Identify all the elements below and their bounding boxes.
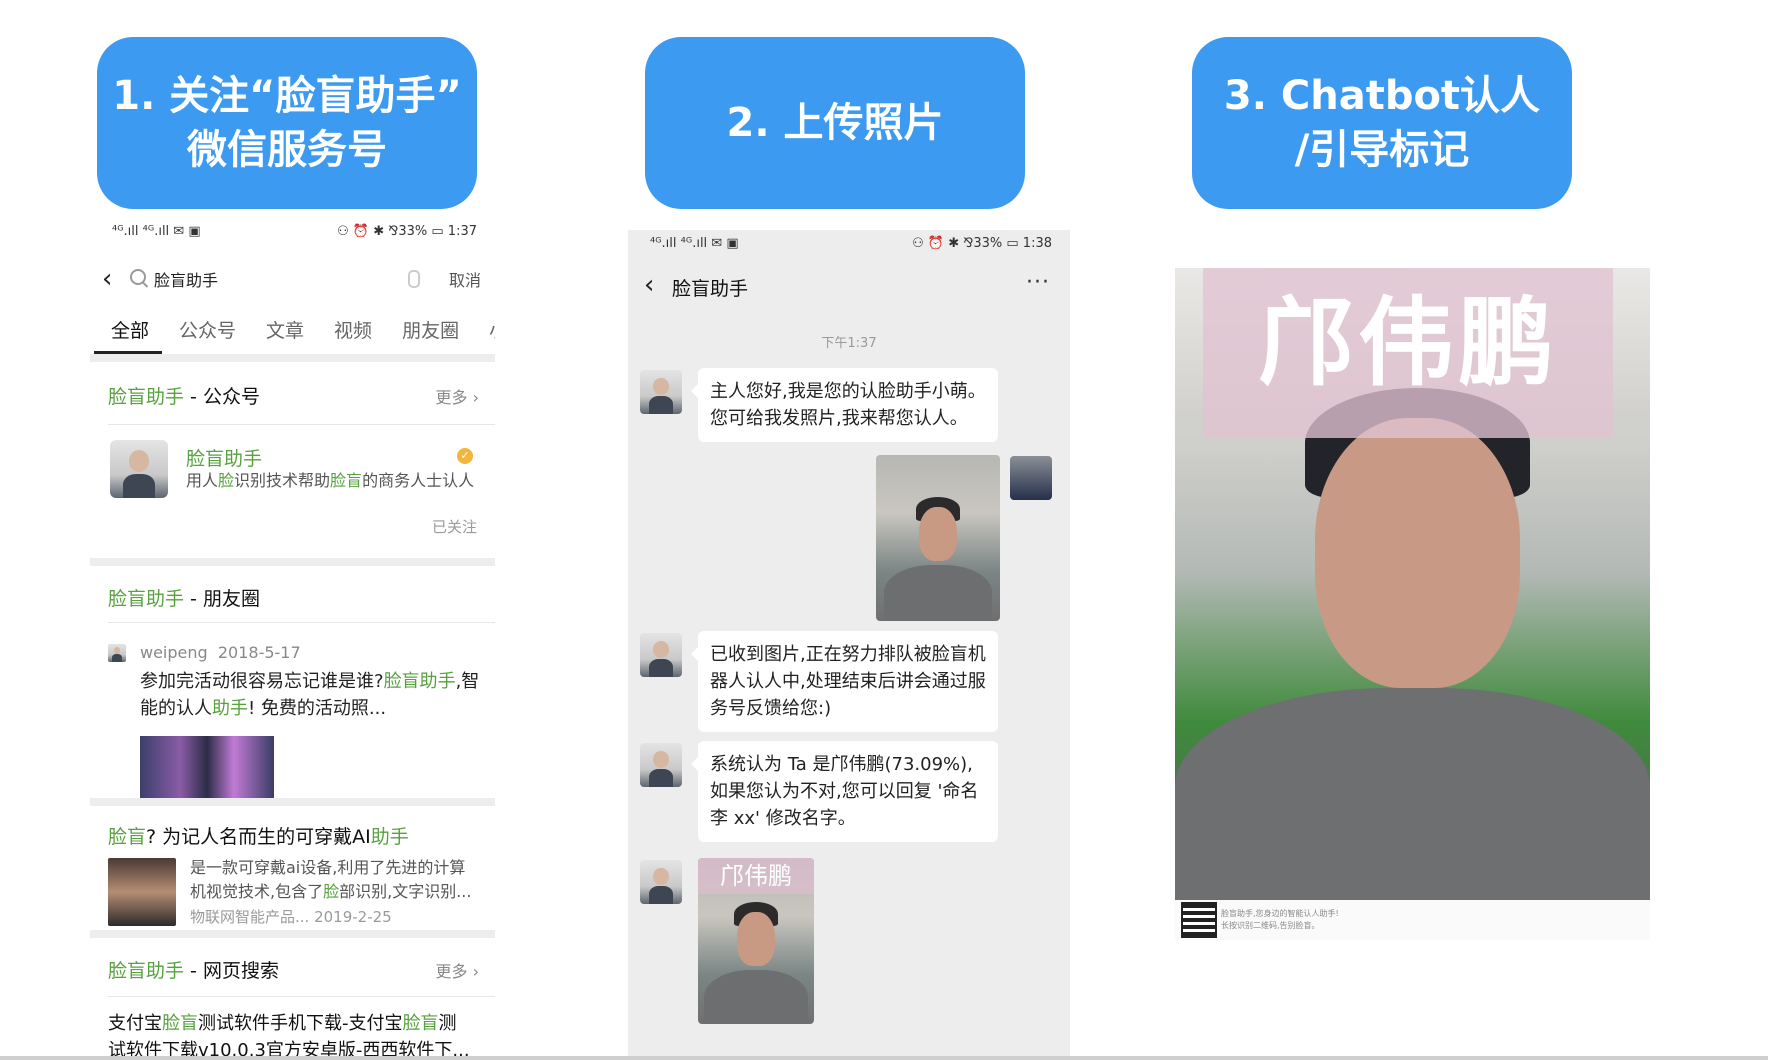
section-title: 脸盲助手 - 朋友圈 [108,588,260,610]
section-title: 脸盲助手 - 网页搜索 [108,960,279,982]
bot-avatar[interactable] [640,370,682,414]
step-1-line2: 微信服务号 [187,127,387,173]
bot-avatar[interactable] [640,743,682,787]
section-gap [90,558,495,566]
tab-articles[interactable]: 文章 [249,304,317,354]
account-description: 用人脸识别技术帮助脸盲的商务人士认人 [186,471,475,490]
section-gap [90,930,495,938]
status-bar: ⁴ᴳ.ıll ⁴ᴳ.ıll ✉ ▣ ⚇ ⏰ ✱ ⅋33% ▭ 1:38 [628,230,1070,256]
status-bar: ⁴ᴳ.ıll ⁴ᴳ.ıll ✉ ▣ ⚇ ⏰ ✱ ⅋33% ▭ 1:37 [90,218,495,244]
result-name-tag: 邝伟鹏 [698,858,814,894]
page-bottom-border [0,1056,1768,1060]
qr-code-icon [1181,902,1217,938]
more-options-icon[interactable]: ··· [1026,270,1050,295]
post-meta: weipeng 2018-5-17 [140,643,301,662]
recognized-name-label: 邝伟鹏 [1203,268,1613,438]
bot-message: 主人您好,我是您的认脸助手小萌。您可给我发照片,我来帮您认人。 [691,368,998,442]
cancel-button[interactable]: 取消 [449,267,481,291]
search-screen: ⁴ᴳ.ıll ⁴ᴳ.ıll ✉ ▣ ⚇ ⏰ ✱ ⅋33% ▭ 1:37 ‹ 脸盲… [90,218,495,1060]
step-3-banner: 3. Chatbot认人 /引导标记 [1192,37,1572,209]
step-3-line1: 3. Chatbot认人 [1223,73,1541,119]
back-icon[interactable]: ‹ [102,264,112,294]
step-2-line1: 2. 上传照片 [726,100,944,146]
step-2-banner: 2. 上传照片 [645,37,1025,209]
more-link[interactable]: 更多 › [436,384,480,408]
chat-title: 脸盲助手 [672,278,749,300]
microphone-icon[interactable] [408,270,420,288]
bot-message: 已收到图片,正在努力排队被脸盲机器人认人中,处理结束后讲会通过服务号反馈给您:) [691,631,998,732]
account-avatar[interactable] [110,440,168,498]
article-description: 是一款可穿戴ai设备,利用了先进的计算 机视觉技术,包含了脸部识别,文字识别..… [190,858,472,901]
status-left: ⁴ᴳ.ıll ⁴ᴳ.ıll ✉ ▣ [112,223,201,239]
post-image[interactable] [140,736,274,800]
result-photo-message[interactable]: 邝伟鹏 [698,858,814,1024]
step-1-banner: 1. 关注“脸盲助手” 微信服务号 [97,37,477,209]
status-right: ⚇ ⏰ ✱ ⅋33% ▭ 1:37 [337,223,477,239]
search-input[interactable]: 脸盲助手 [154,267,218,291]
search-bar: ‹ 脸盲助手 取消 [90,254,495,304]
tab-videos[interactable]: 视频 [317,304,385,354]
article-thumbnail[interactable] [108,858,176,926]
bot-message: 系统认为 Ta 是邝伟鹏(73.09%),如果您认为不对,您可以回复 '命名 李… [691,741,998,842]
user-photo-message[interactable] [876,455,1000,621]
account-name[interactable]: 脸盲助手 [186,444,262,471]
tab-moments[interactable]: 朋友圈 [385,304,472,354]
article-result[interactable]: 脸盲? 为记人名而生的可穿戴AI助手 是一款可穿戴ai设备,利用了先进的计算 机… [90,806,495,936]
more-link[interactable]: 更多 › [436,958,480,982]
step-1-line1: 1. 关注“脸盲助手” [112,73,462,119]
verified-icon: ✓ [457,448,473,464]
divider [108,424,495,425]
search-icon [130,269,146,285]
back-icon[interactable]: ‹ [644,270,654,300]
user-avatar[interactable] [108,644,126,662]
status-right: ⚇ ⏰ ✱ ⅋33% ▭ 1:38 [912,235,1052,251]
user-avatar[interactable] [1010,456,1052,500]
chat-screen: ⁴ᴳ.ıll ⁴ᴳ.ıll ✉ ▣ ⚇ ⏰ ✱ ⅋33% ▭ 1:38 ‹ 脸盲… [628,230,1070,1060]
tab-all[interactable]: 全部 [94,304,163,354]
section-gap [90,354,495,362]
footer-text: 脸盲助手,您身边的智能认人助手! 长按识别二维码,告别脸盲。 [1221,909,1339,930]
web-search-section: 脸盲助手 - 网页搜索 更多 › 支付宝脸盲测试软件手机下载-支付宝脸盲测 试软… [90,938,495,1060]
divider [108,996,495,997]
chat-header: ‹ 脸盲助手 ··· [628,256,1070,316]
tab-official-accounts[interactable]: 公众号 [162,304,249,354]
message-timestamp: 下午1:37 [821,336,877,351]
post-text[interactable]: 参加完活动很容易忘记谁是谁?脸盲助手,智能的认人助手! 免费的活动照... [140,668,480,722]
official-account-section: 脸盲助手 - 公众号 更多 › 脸盲助手 ✓ 用人脸识别技术帮助脸盲的商务人士认… [90,362,495,558]
result-tabs: 全部 公众号 文章 视频 朋友圈 小程 [90,304,495,354]
status-left: ⁴ᴳ.ıll ⁴ᴳ.ıll ✉ ▣ [650,235,739,251]
article-source: 物联网智能产品... 2019-2-25 [190,908,392,926]
moments-section: 脸盲助手 - 朋友圈 weipeng 2018-5-17 参加完活动很容易忘记谁… [90,566,495,800]
section-title: 脸盲助手 - 公众号 [108,386,260,408]
web-result-title[interactable]: 支付宝脸盲测试软件手机下载-支付宝脸盲测 试软件下载v10.0.3官方安卓版-西… [108,1010,488,1060]
recognized-photo: 邝伟鹏 [1175,268,1650,900]
article-title[interactable]: 脸盲? 为记人名而生的可穿戴AI助手 [108,822,409,849]
followed-status: 已关注 [431,518,477,536]
bot-avatar[interactable] [640,860,682,904]
tab-mini-programs[interactable]: 小程 [472,304,495,354]
step-3-line2: /引导标记 [1294,127,1470,173]
divider [108,622,495,623]
bot-avatar[interactable] [640,633,682,677]
section-gap [90,798,495,806]
photo-footer: 脸盲助手,您身边的智能认人助手! 长按识别二维码,告别脸盲。 [1175,900,1650,940]
